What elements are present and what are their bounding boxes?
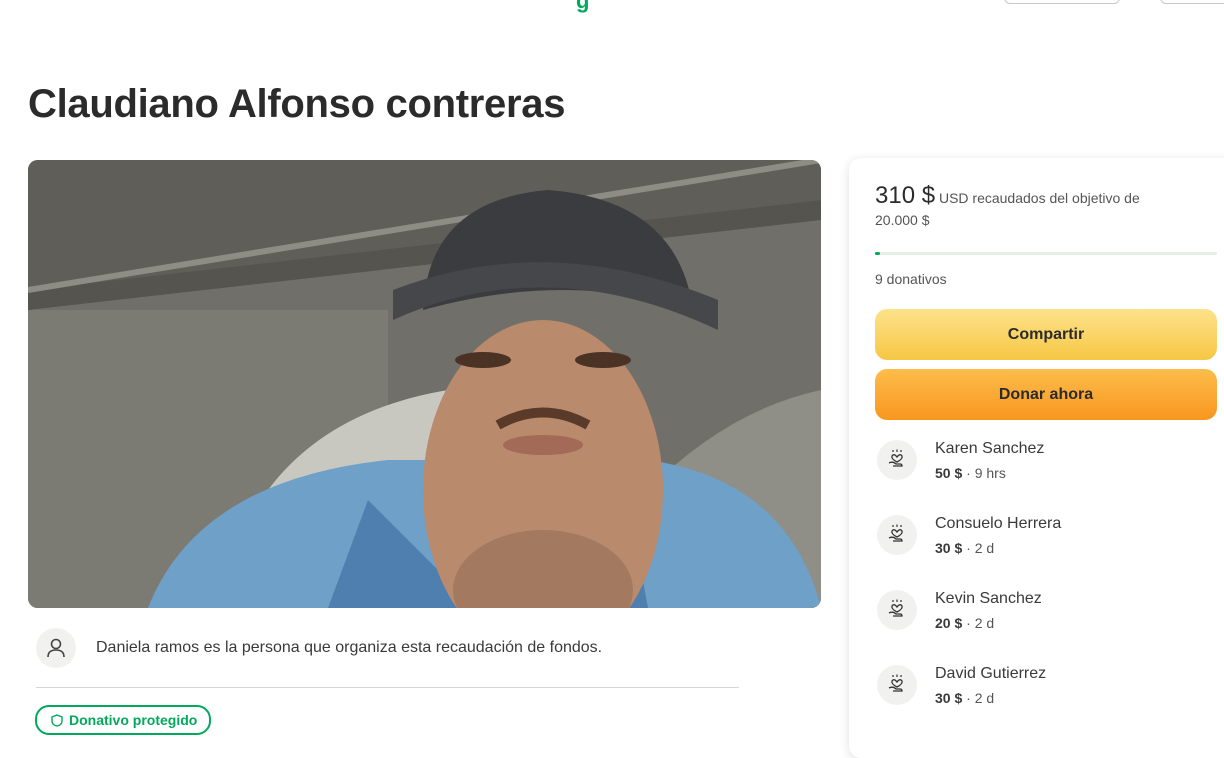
donor-item: Consuelo Herrera 30 $ · 2 d	[877, 515, 1207, 565]
divider	[36, 687, 739, 688]
organizer-row: Daniela ramos es la persona que organiza…	[36, 628, 756, 670]
meta-separator: ·	[966, 615, 971, 631]
campaign-photo	[28, 160, 821, 608]
nav-button[interactable]	[1004, 0, 1120, 4]
meta-separator: ·	[966, 465, 971, 481]
shield-check-icon	[51, 713, 63, 727]
heart-hand-icon	[877, 440, 917, 480]
donor-meta: 20 $ · 2 d	[935, 615, 994, 631]
donor-meta: 30 $ · 2 d	[935, 540, 994, 556]
organizer-text: Daniela ramos es la persona que organiza…	[96, 639, 603, 656]
heart-hand-icon	[877, 515, 917, 555]
meta-separator: ·	[966, 690, 971, 706]
donor-time: 2 d	[974, 540, 995, 556]
donor-meta: 50 $ · 9 hrs	[935, 465, 1006, 481]
donor-name: Karen Sanchez	[935, 440, 1045, 457]
page-title: Claudiano Alfonso contreras	[28, 82, 566, 126]
donor-amount: 30 $	[935, 690, 963, 706]
donor-meta: 30 $ · 2 d	[935, 690, 994, 706]
goal-amount: 20.000 $	[875, 212, 930, 228]
progress-bar	[875, 252, 1217, 255]
donor-name: Kevin Sanchez	[935, 590, 1042, 607]
nav-button-secondary[interactable]	[1160, 0, 1224, 4]
meta-separator: ·	[966, 540, 971, 556]
heart-hand-icon	[877, 665, 917, 705]
raised-label: USD recaudados del objetivo de	[938, 190, 1140, 206]
raised-amount: 310 $	[875, 182, 936, 209]
badge-label: Donativo protegido	[69, 712, 198, 728]
protected-donation-badge[interactable]: Donativo protegido	[35, 705, 212, 735]
share-button[interactable]: Compartir	[875, 309, 1217, 360]
donor-time: 2 d	[974, 615, 995, 631]
donor-item: David Gutierrez 30 $ · 2 d	[877, 665, 1207, 715]
heart-hand-icon	[877, 590, 917, 630]
donor-name: Consuelo Herrera	[935, 515, 1062, 532]
donor-amount: 20 $	[935, 615, 963, 631]
donor-amount: 30 $	[935, 540, 963, 556]
donations-count: 9 donativos	[875, 271, 947, 287]
site-logo[interactable]: g	[576, 0, 589, 14]
donor-item: Kevin Sanchez 20 $ · 2 d	[877, 590, 1207, 640]
donor-item: Karen Sanchez 50 $ · 9 hrs	[877, 440, 1207, 490]
donor-amount: 50 $	[935, 465, 963, 481]
progress-fill	[875, 252, 881, 255]
donor-time: 9 hrs	[974, 465, 1006, 481]
donor-time: 2 d	[974, 690, 995, 706]
user-outline-icon	[36, 628, 76, 668]
top-navigation: g	[0, 0, 1224, 13]
donor-name: David Gutierrez	[935, 665, 1047, 682]
raised-summary: 310 $ USD recaudados del objetivo de 20.…	[875, 182, 1205, 231]
donate-now-button[interactable]: Donar ahora	[875, 369, 1217, 420]
